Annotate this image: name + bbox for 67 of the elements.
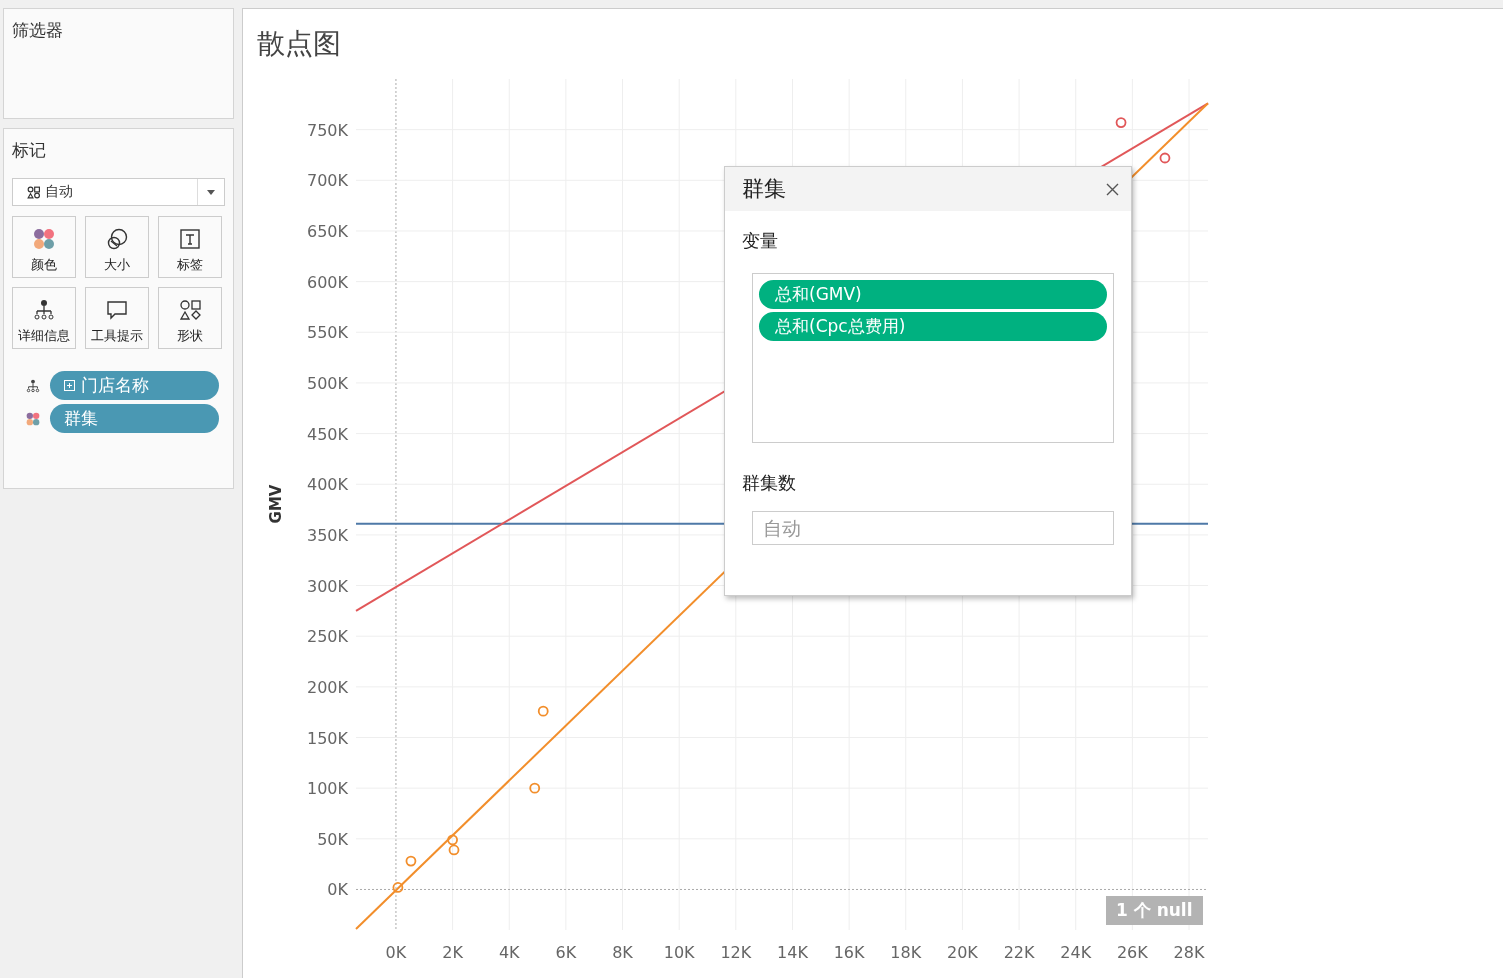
y-tick-label: 300K: [306, 576, 348, 596]
data-point[interactable]: [1159, 152, 1171, 164]
shapes-icon: [27, 185, 40, 199]
y-tick-label: 500K: [306, 373, 348, 393]
y-tick-label: 50K: [317, 829, 348, 849]
x-tick-label: 24K: [1060, 943, 1092, 962]
data-point[interactable]: [405, 855, 417, 867]
color-dots-icon: [33, 228, 55, 250]
y-axis-label: GMV: [267, 484, 285, 524]
data-point[interactable]: [448, 844, 460, 856]
cluster-count-label: 群集数: [742, 471, 796, 495]
x-tick-label: 20K: [947, 943, 978, 962]
mark-card[interactable]: 工具提示: [85, 287, 149, 349]
mark-type-value: 自动: [45, 183, 73, 201]
y-tick-label: 700K: [306, 171, 348, 191]
x-tick-label: 2K: [442, 943, 463, 962]
mark-card[interactable]: 标签: [158, 216, 222, 278]
mark-type-dropdown[interactable]: 自动: [12, 178, 225, 206]
speech-bubble-icon: [106, 299, 128, 321]
marks-title: 标记: [12, 139, 47, 162]
mark-card[interactable]: 形状: [158, 287, 222, 349]
data-point[interactable]: [537, 705, 549, 717]
y-tick-label: 450K: [306, 424, 348, 444]
y-tick-label: 150K: [306, 728, 348, 748]
y-tick-label: 750K: [306, 120, 348, 140]
data-point[interactable]: [1115, 117, 1127, 128]
mark-card[interactable]: 大小: [85, 216, 149, 278]
y-tick-label: 400K: [306, 475, 348, 495]
close-icon: [1106, 182, 1119, 196]
worksheet-title: 散点图: [256, 26, 342, 62]
cluster-count-field[interactable]: 自动: [752, 511, 1114, 545]
x-tick-label: 8K: [612, 943, 633, 962]
x-tick-label: 16K: [833, 943, 865, 962]
x-tick-label: 18K: [890, 943, 922, 962]
data-point[interactable]: [392, 882, 404, 893]
y-tick-label: 200K: [306, 677, 348, 697]
caret-icon: [207, 189, 215, 195]
size-circles-icon: [106, 228, 128, 250]
hierarchy-icon: [33, 299, 55, 321]
shapes-icon: [179, 299, 201, 321]
x-tick-label: 0K: [385, 943, 407, 962]
x-tick-label: 4K: [498, 943, 520, 962]
y-tick-label: 0K: [327, 880, 348, 900]
y-tick-label: 650K: [306, 221, 348, 241]
x-tick-label: 10K: [663, 943, 695, 962]
mark-card[interactable]: 颜色: [12, 216, 76, 278]
y-tick-label: 350K: [306, 525, 348, 545]
data-point[interactable]: [529, 782, 541, 794]
y-tick-label: 600K: [306, 272, 348, 292]
variables-label: 变量: [742, 229, 778, 253]
data-point[interactable]: [447, 834, 458, 846]
x-tick-label: 12K: [720, 943, 752, 962]
color-dots-icon: [26, 411, 40, 426]
x-tick-label: 26K: [1116, 943, 1148, 962]
dialog-title: 群集: [742, 175, 786, 203]
expand-icon: [64, 380, 75, 391]
x-tick-label: 14K: [777, 943, 808, 962]
mark-card[interactable]: 详细信息: [12, 287, 76, 349]
x-tick-label: 28K: [1173, 943, 1205, 962]
y-tick-label: 250K: [306, 627, 348, 647]
text-box-icon: [179, 228, 201, 250]
y-tick-label: 550K: [306, 323, 348, 343]
y-tick-label: 100K: [306, 779, 348, 799]
hierarchy-icon: [26, 378, 40, 393]
x-tick-label: 6K: [555, 943, 577, 962]
filters-title: 筛选器: [12, 19, 63, 42]
x-tick-label: 22K: [1003, 943, 1035, 962]
